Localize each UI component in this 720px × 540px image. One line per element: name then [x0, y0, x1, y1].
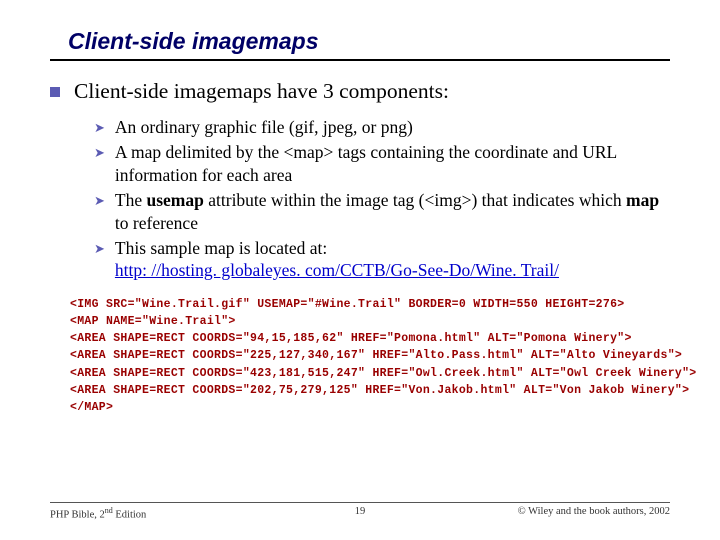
code-line: <AREA SHAPE=RECT COORDS="423,181,515,247…: [70, 365, 670, 382]
code-line: </MAP>: [70, 399, 670, 416]
list-item: ➤ An ordinary graphic file (gif, jpeg, o…: [94, 116, 670, 138]
chevron-icon: ➤: [94, 145, 105, 161]
item-text: A map delimited by the <map> tags contai…: [115, 141, 670, 186]
page-number: 19: [50, 506, 670, 517]
item-text: An ordinary graphic file (gif, jpeg, or …: [115, 116, 413, 138]
code-line: <AREA SHAPE=RECT COORDS="225,127,340,167…: [70, 347, 670, 364]
sample-map-link[interactable]: http: //hosting. globaleyes. com/CCTB/Go…: [115, 260, 559, 280]
code-line: <IMG SRC="Wine.Trail.gif" USEMAP="#Wine.…: [70, 296, 670, 313]
slide-footer: PHP Bible, 2nd Edition 19 © Wiley and th…: [50, 502, 670, 521]
level1-item: Client-side imagemaps have 3 components:: [50, 79, 670, 104]
slide-title: Client-side imagemaps: [50, 28, 670, 61]
square-bullet-icon: [50, 87, 60, 97]
item-text: This sample map is located at: http: //h…: [115, 237, 559, 282]
item-text: The usemap attribute within the image ta…: [115, 189, 670, 234]
level2-list: ➤ An ordinary graphic file (gif, jpeg, o…: [94, 116, 670, 282]
code-sample: <IMG SRC="Wine.Trail.gif" USEMAP="#Wine.…: [70, 296, 670, 417]
intro-text: Client-side imagemaps have 3 components:: [74, 79, 449, 104]
chevron-icon: ➤: [94, 120, 105, 136]
code-line: <AREA SHAPE=RECT COORDS="94,15,185,62" H…: [70, 330, 670, 347]
list-item: ➤ The usemap attribute within the image …: [94, 189, 670, 234]
code-line: <MAP NAME="Wine.Trail">: [70, 313, 670, 330]
code-line: <AREA SHAPE=RECT COORDS="202,75,279,125"…: [70, 382, 670, 399]
chevron-icon: ➤: [94, 241, 105, 257]
list-item: ➤ A map delimited by the <map> tags cont…: [94, 141, 670, 186]
chevron-icon: ➤: [94, 193, 105, 209]
list-item: ➤ This sample map is located at: http: /…: [94, 237, 670, 282]
